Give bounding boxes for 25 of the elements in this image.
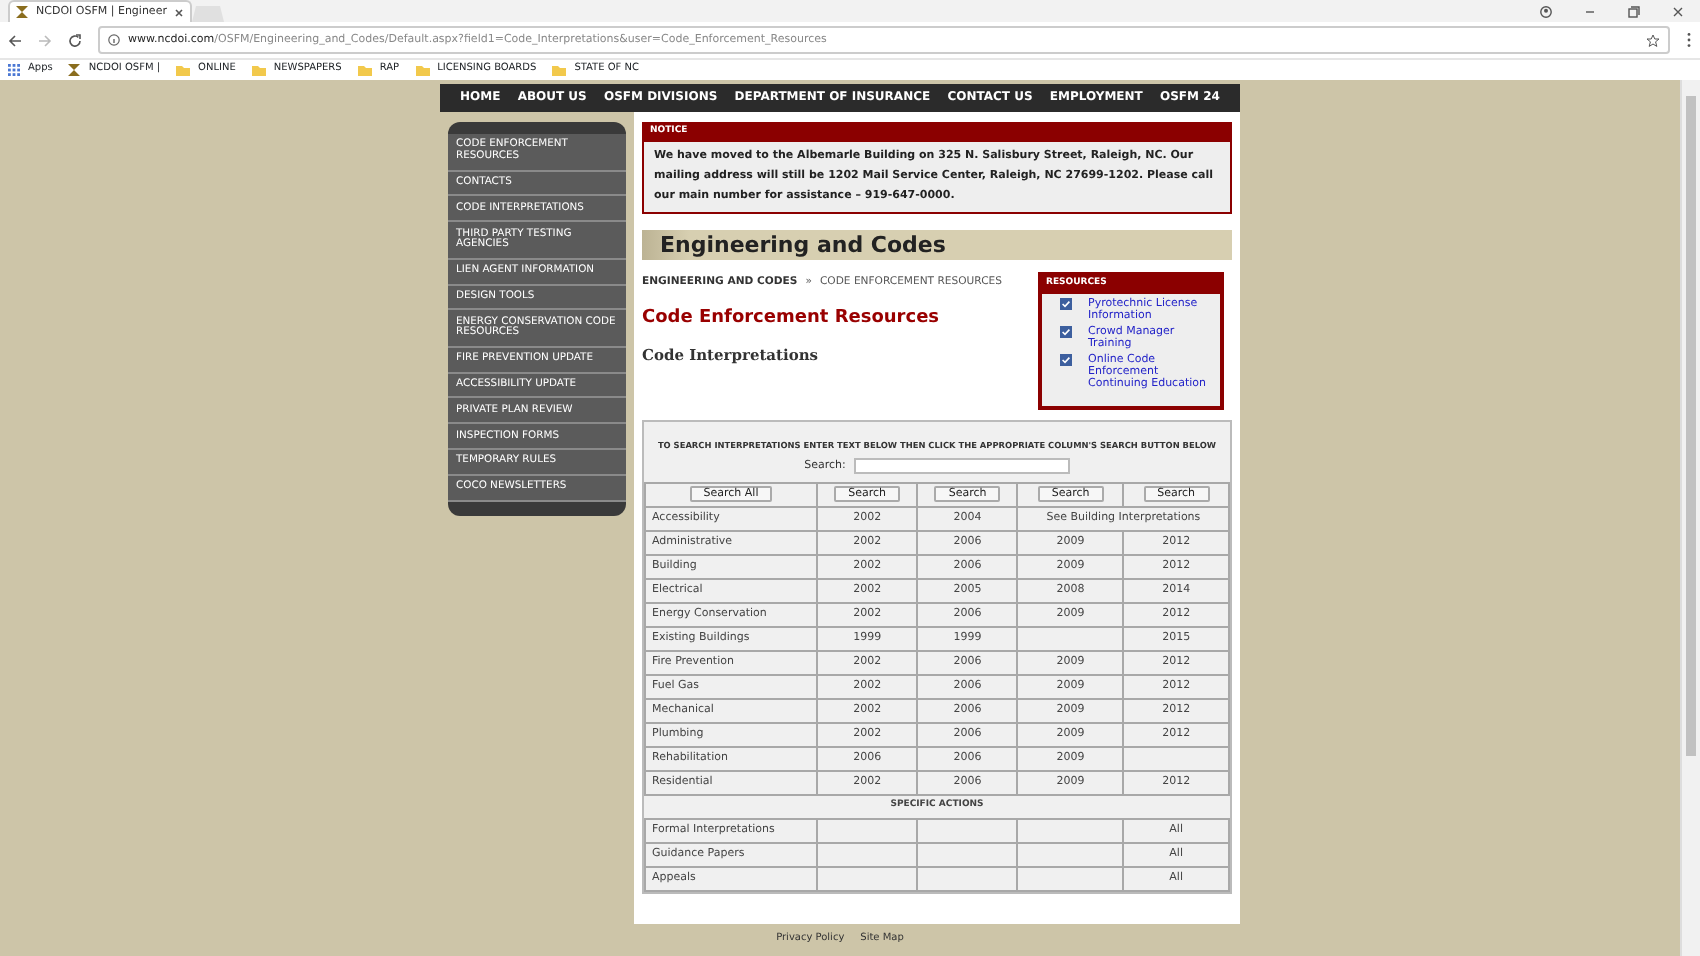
folder-icon [552,64,567,76]
checkbox[interactable] [1060,353,1072,365]
apps-grid-icon [8,64,20,76]
folder-icon [357,64,372,76]
info-icon [108,34,120,46]
back-arrow-icon[interactable] [8,33,22,47]
restore-icon[interactable] [1628,5,1640,17]
folder-icon [176,64,191,76]
folder-icon [251,64,266,76]
menu-icon[interactable] [1686,32,1692,48]
section-heading: Code Enforcement Resources [642,305,942,332]
scrollbar[interactable] [1680,80,1700,956]
star-icon[interactable] [1646,33,1660,47]
folder-icon [415,64,430,76]
checkbox[interactable] [1060,297,1072,309]
search-field[interactable] [853,457,1070,474]
user-icon[interactable] [1540,5,1552,17]
reload-icon[interactable] [68,33,82,47]
close-icon[interactable] [174,7,185,17]
site-logo-icon [16,6,28,18]
checkbox[interactable] [1060,325,1072,337]
site-logo-icon [68,64,81,76]
close-icon[interactable] [1672,5,1684,17]
minimize-icon[interactable] [1584,5,1596,17]
page-title: Engineering and Codes [642,229,1232,260]
